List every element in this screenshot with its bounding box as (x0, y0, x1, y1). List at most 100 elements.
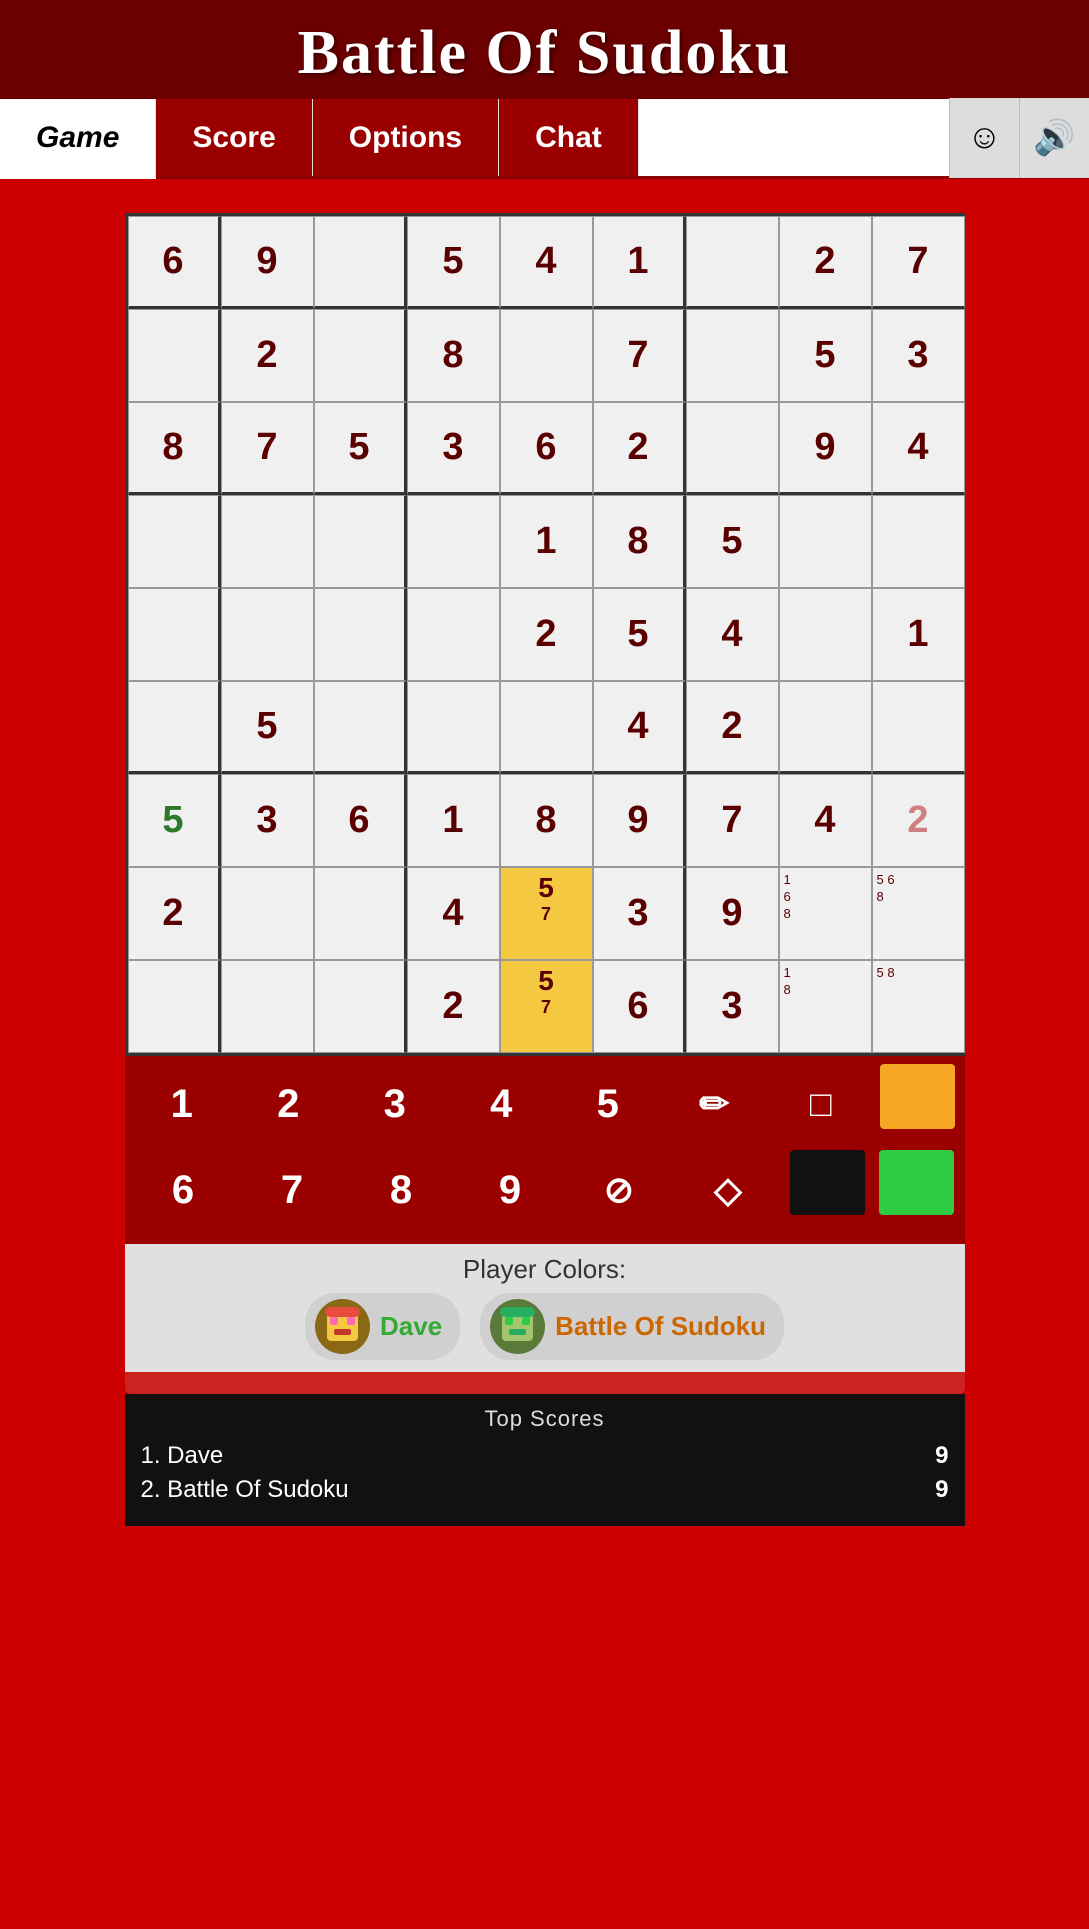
pad-7[interactable]: 7 (245, 1150, 340, 1230)
cell-7-8[interactable]: 5 6 8 (872, 867, 965, 960)
cell-3-4[interactable]: 1 (500, 495, 593, 588)
cell-2-0[interactable]: 8 (128, 402, 221, 495)
pad-5[interactable]: 5 (560, 1064, 655, 1144)
cell-6-1[interactable]: 3 (221, 774, 314, 867)
cell-8-7[interactable]: 1 8 (779, 960, 872, 1053)
cell-6-3[interactable]: 1 (407, 774, 500, 867)
cell-0-8[interactable]: 7 (872, 216, 965, 309)
cell-1-2[interactable] (314, 309, 407, 402)
pad-9[interactable]: 9 (463, 1150, 558, 1230)
pad-8[interactable]: 8 (354, 1150, 449, 1230)
cell-0-1[interactable]: 9 (221, 216, 314, 309)
square-icon[interactable]: □ (773, 1064, 868, 1144)
cell-1-1[interactable]: 2 (221, 309, 314, 402)
cell-8-3[interactable]: 2 (407, 960, 500, 1053)
tab-options[interactable]: Options (313, 99, 499, 176)
cell-3-0[interactable] (128, 495, 221, 588)
cell-1-7[interactable]: 5 (779, 309, 872, 402)
cell-4-7[interactable] (779, 588, 872, 681)
tab-score[interactable]: Score (156, 99, 312, 176)
pad-2[interactable]: 2 (241, 1064, 336, 1144)
cell-7-1[interactable] (221, 867, 314, 960)
cell-3-8[interactable] (872, 495, 965, 588)
cell-3-3[interactable] (407, 495, 500, 588)
cell-7-4[interactable]: 5 7 (500, 867, 593, 960)
cell-8-2[interactable] (314, 960, 407, 1053)
cell-8-6[interactable]: 3 (686, 960, 779, 1053)
cell-5-8[interactable] (872, 681, 965, 774)
cell-2-3[interactable]: 3 (407, 402, 500, 495)
cell-4-2[interactable] (314, 588, 407, 681)
tab-chat[interactable]: Chat (499, 99, 639, 176)
emoji-button[interactable]: ☺ (949, 98, 1019, 178)
cell-0-0[interactable]: 6 (128, 216, 221, 309)
cell-1-6[interactable] (686, 309, 779, 402)
cell-1-0[interactable] (128, 309, 221, 402)
cell-5-0[interactable] (128, 681, 221, 774)
cell-8-1[interactable] (221, 960, 314, 1053)
cell-3-1[interactable] (221, 495, 314, 588)
cell-4-0[interactable] (128, 588, 221, 681)
cell-5-6[interactable]: 2 (686, 681, 779, 774)
cell-3-5[interactable]: 8 (593, 495, 686, 588)
pad-6[interactable]: 6 (136, 1150, 231, 1230)
cell-7-7[interactable]: 1 6 8 (779, 867, 872, 960)
cell-7-0[interactable]: 2 (128, 867, 221, 960)
cell-4-1[interactable] (221, 588, 314, 681)
cell-1-8[interactable]: 3 (872, 309, 965, 402)
swatch-black[interactable] (790, 1150, 865, 1215)
cell-2-2[interactable]: 5 (314, 402, 407, 495)
cell-2-8[interactable]: 4 (872, 402, 965, 495)
no-icon[interactable]: ⊘ (572, 1150, 667, 1230)
pad-4[interactable]: 4 (454, 1064, 549, 1144)
swatch-orange[interactable] (880, 1064, 955, 1129)
cell-0-6[interactable] (686, 216, 779, 309)
cell-6-6[interactable]: 7 (686, 774, 779, 867)
cell-0-7[interactable]: 2 (779, 216, 872, 309)
cell-0-4[interactable]: 4 (500, 216, 593, 309)
cell-2-5[interactable]: 2 (593, 402, 686, 495)
cell-2-6[interactable] (686, 402, 779, 495)
cell-5-2[interactable] (314, 681, 407, 774)
cell-7-3[interactable]: 4 (407, 867, 500, 960)
cell-4-5[interactable]: 5 (593, 588, 686, 681)
cell-2-1[interactable]: 7 (221, 402, 314, 495)
cell-8-0[interactable] (128, 960, 221, 1053)
cell-1-3[interactable]: 8 (407, 309, 500, 402)
cell-8-8[interactable]: 5 8 (872, 960, 965, 1053)
cell-1-4[interactable] (500, 309, 593, 402)
cell-5-1[interactable]: 5 (221, 681, 314, 774)
cell-4-4[interactable]: 2 (500, 588, 593, 681)
pad-1[interactable]: 1 (134, 1064, 229, 1144)
cell-7-2[interactable] (314, 867, 407, 960)
pencil-icon[interactable]: ✏ (667, 1064, 762, 1144)
diamond-icon[interactable]: ◇ (681, 1150, 776, 1230)
cell-6-0[interactable]: 5 (128, 774, 221, 867)
cell-2-4[interactable]: 6 (500, 402, 593, 495)
cell-5-5[interactable]: 4 (593, 681, 686, 774)
cell-6-5[interactable]: 9 (593, 774, 686, 867)
cell-0-5[interactable]: 1 (593, 216, 686, 309)
cell-6-4[interactable]: 8 (500, 774, 593, 867)
cell-7-6[interactable]: 9 (686, 867, 779, 960)
cell-8-5[interactable]: 6 (593, 960, 686, 1053)
sound-button[interactable]: 🔊 (1019, 98, 1089, 178)
cell-6-7[interactable]: 4 (779, 774, 872, 867)
cell-1-5[interactable]: 7 (593, 309, 686, 402)
cell-5-7[interactable] (779, 681, 872, 774)
cell-5-3[interactable] (407, 681, 500, 774)
cell-4-6[interactable]: 4 (686, 588, 779, 681)
swatch-green[interactable] (879, 1150, 954, 1215)
cell-8-4[interactable]: 5 7 (500, 960, 593, 1053)
pad-3[interactable]: 3 (347, 1064, 442, 1144)
cell-0-3[interactable]: 5 (407, 216, 500, 309)
cell-5-4[interactable] (500, 681, 593, 774)
cell-3-2[interactable] (314, 495, 407, 588)
cell-3-6[interactable]: 5 (686, 495, 779, 588)
cell-6-8[interactable]: 2 (872, 774, 965, 867)
cell-4-8[interactable]: 1 (872, 588, 965, 681)
tab-game[interactable]: Game (0, 99, 156, 179)
cell-7-5[interactable]: 3 (593, 867, 686, 960)
cell-4-3[interactable] (407, 588, 500, 681)
cell-6-2[interactable]: 6 (314, 774, 407, 867)
